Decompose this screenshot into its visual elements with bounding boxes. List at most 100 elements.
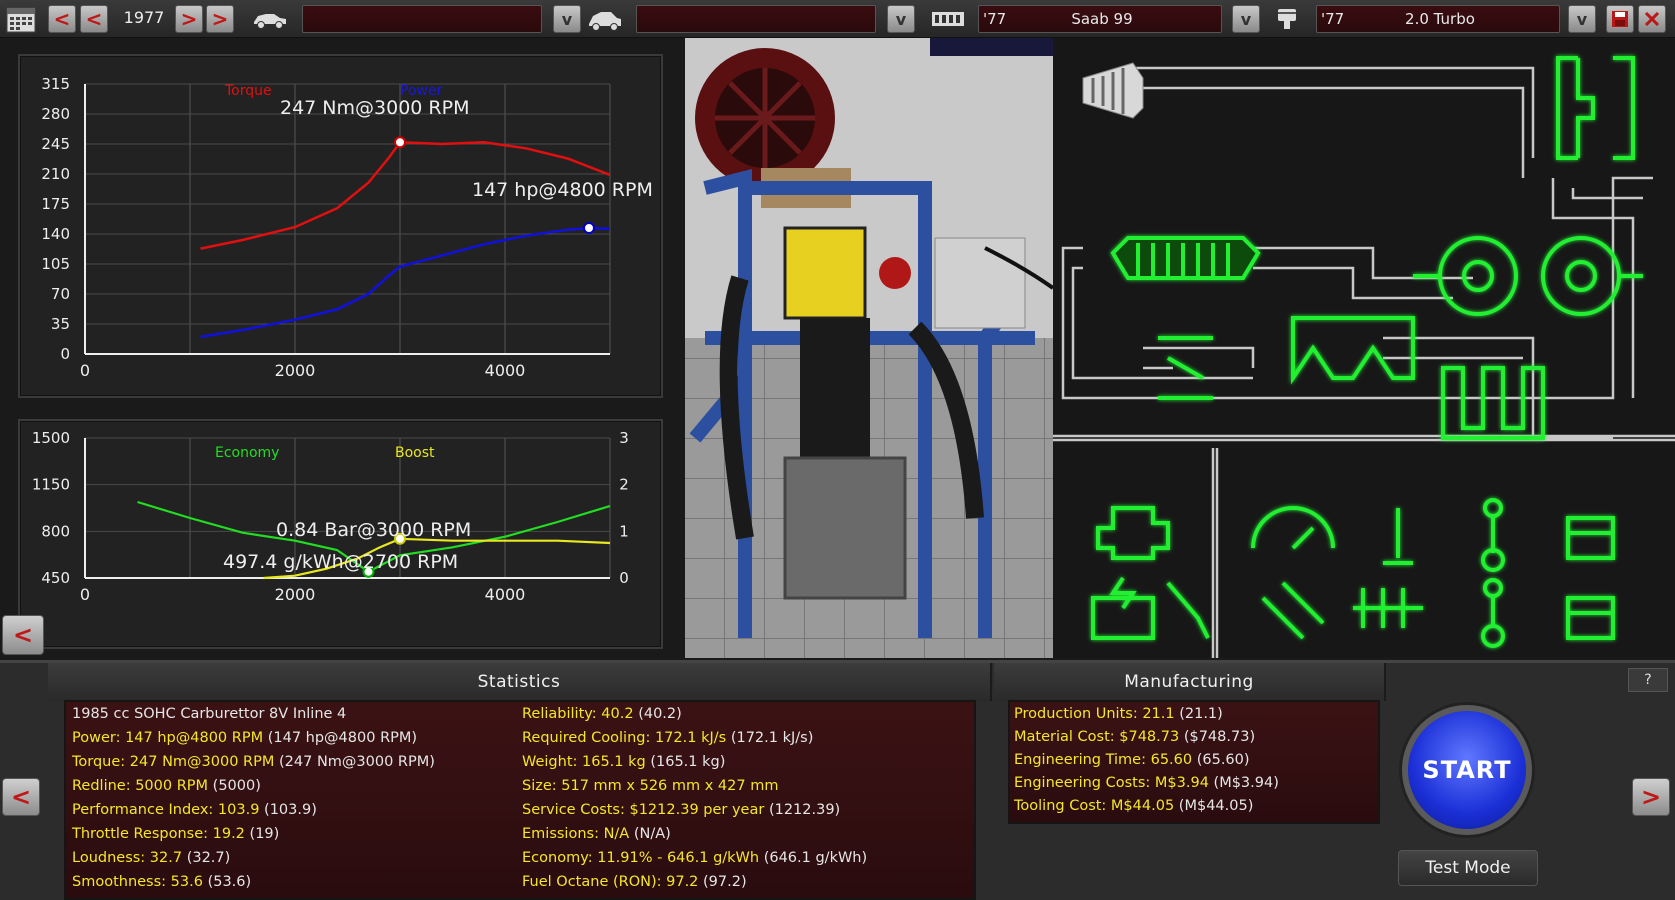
stat-row: Throttle Response: 19.2 (19)	[72, 826, 279, 842]
stat-value: Torque: 247 Nm@3000 RPM	[72, 754, 275, 770]
stat-value: Throttle Response: 19.2	[72, 826, 245, 842]
stat-row: Torque: 247 Nm@3000 RPM (247 Nm@3000 RPM…	[72, 754, 435, 770]
statistics-header: Statistics	[48, 663, 992, 701]
stat-baseline: (53.6)	[207, 874, 252, 890]
stat-row: Reliability: 40.2 (40.2)	[522, 706, 682, 722]
stat-row: Weight: 165.1 kg (165.1 kg)	[522, 754, 725, 770]
stat-baseline: (21.1)	[1179, 706, 1223, 722]
engine-block-icon	[928, 4, 968, 34]
stat-value: Service Costs: $1212.39 per year	[522, 802, 765, 818]
engine-family-dropdown-button[interactable]: v	[1232, 5, 1260, 33]
x-tick-label: 0	[80, 361, 90, 380]
boost-legend: Boost	[395, 445, 435, 461]
help-button[interactable]: ?	[1628, 668, 1668, 692]
stat-row: Redline: 5000 RPM (5000)	[72, 778, 261, 794]
stat-baseline: (5000)	[212, 778, 261, 794]
engine-3d-view[interactable]	[685, 38, 1053, 658]
stat-baseline: ($748.73)	[1183, 729, 1256, 745]
engine-family-name: Saab 99	[1071, 10, 1133, 28]
y-tick-label: 70	[51, 285, 70, 303]
engine-family-field[interactable]: '77 Saab 99	[978, 5, 1222, 33]
year-prev-button[interactable]: <	[80, 5, 108, 33]
stat-baseline: (M$3.94)	[1213, 775, 1279, 791]
prev-page-button[interactable]: <	[2, 778, 40, 816]
stat-row: Economy: 11.91% - 646.1 g/kWh (646.1 g/k…	[522, 850, 867, 866]
stat-value: Redline: 5000 RPM	[72, 778, 209, 794]
stat-baseline: (147 hp@4800 RPM)	[267, 730, 418, 746]
stat-value: Required Cooling: 172.1 kJ/s	[522, 730, 727, 746]
piston-icon	[1272, 4, 1302, 34]
stat-baseline: (97.2)	[703, 874, 747, 890]
engine-variant-field[interactable]: '77 2.0 Turbo	[1316, 5, 1560, 33]
stat-value: Tooling Cost: M$44.05	[1014, 798, 1175, 814]
y-left-tick-label: 1150	[32, 476, 70, 494]
stat-row: Performance Index: 103.9 (103.9)	[72, 802, 317, 818]
engine-render-image	[685, 38, 1053, 658]
next-page-button[interactable]: >	[1632, 778, 1670, 816]
stat-value: Economy: 11.91% - 646.1 g/kWh	[522, 850, 760, 866]
torque-legend: Torque	[224, 83, 272, 99]
car-variant-icon	[585, 4, 625, 34]
calendar-icon[interactable]	[4, 4, 38, 34]
stat-value: Engineering Costs: M$3.94	[1014, 775, 1209, 791]
x-tick-label: 0	[80, 585, 90, 604]
stat-row: Service Costs: $1212.39 per year (1212.3…	[522, 802, 840, 818]
y-tick-label: 280	[41, 105, 70, 123]
test-mode-button[interactable]: Test Mode	[1398, 850, 1538, 886]
back-panel-button[interactable]: <	[2, 615, 44, 655]
stat-baseline: (19)	[249, 826, 280, 842]
stat-value: Reliability: 40.2	[522, 706, 634, 722]
year-prev-fast-button[interactable]: <	[48, 5, 76, 33]
stat-baseline: (165.1 kg)	[650, 754, 726, 770]
stat-row: 1985 cc SOHC Carburettor 8V Inline 4	[72, 706, 346, 722]
stat-baseline: (172.1 kJ/s)	[730, 730, 814, 746]
stat-value: Loudness: 32.7	[72, 850, 183, 866]
stat-value: Emissions: N/A	[522, 826, 630, 842]
y-right-tick-label: 2	[619, 476, 629, 494]
x-tick-label: 2000	[275, 361, 316, 380]
stat-value: Smoothness: 53.6	[72, 874, 203, 890]
stat-row: Fuel Octane (RON): 97.2 (97.2)	[522, 874, 747, 890]
stat-value: Material Cost: $748.73	[1014, 729, 1180, 745]
stat-row: Loudness: 32.7 (32.7)	[72, 850, 230, 866]
stat-row: Emissions: N/A (N/A)	[522, 826, 671, 842]
year-display: 1977	[123, 8, 165, 27]
close-icon[interactable]	[1638, 5, 1666, 33]
y-left-tick-label: 1500	[32, 429, 70, 447]
intercooler-icon[interactable]	[1110, 236, 1261, 280]
stat-row: Engineering Time: 65.60 (65.60)	[1014, 752, 1250, 768]
stat-value: Size: 517 mm x 526 mm x 427 mm	[522, 778, 779, 794]
year-next-fast-button[interactable]: >	[206, 5, 234, 33]
stat-row: Material Cost: $748.73 ($748.73)	[1014, 729, 1255, 745]
stat-baseline: (32.7)	[186, 850, 231, 866]
y-right-tick-label: 3	[619, 429, 629, 447]
family-select-field[interactable]	[302, 5, 542, 33]
family-dropdown-button[interactable]: v	[553, 5, 581, 33]
stat-value: Engineering Time: 65.60	[1014, 752, 1193, 768]
stat-baseline: (1212.39)	[768, 802, 841, 818]
y-tick-label: 105	[41, 255, 70, 273]
torque-peak-label: 247 Nm@3000 RPM	[280, 97, 469, 119]
y-left-tick-label: 450	[41, 569, 70, 587]
save-icon[interactable]	[1606, 5, 1634, 33]
stat-value: Performance Index: 103.9	[72, 802, 260, 818]
engine-variant-dropdown-button[interactable]: v	[1568, 5, 1596, 33]
year-next-button[interactable]: >	[175, 5, 203, 33]
economy-peak-label: 497.4 g/kWh@2700 RPM	[223, 551, 458, 573]
engine-schematic-panel	[1053, 38, 1675, 658]
variant-dropdown-button[interactable]: v	[887, 5, 915, 33]
stat-value: Weight: 165.1 kg	[522, 754, 646, 770]
power-line	[200, 226, 611, 339]
variant-select-field[interactable]	[636, 5, 876, 33]
stat-baseline: (247 Nm@3000 RPM)	[279, 754, 435, 770]
engine-variant-name: 2.0 Turbo	[1405, 10, 1475, 28]
stat-row: Required Cooling: 172.1 kJ/s (172.1 kJ/s…	[522, 730, 813, 746]
stat-baseline: (646.1 g/kWh)	[763, 850, 868, 866]
x-tick-label: 4000	[485, 361, 526, 380]
economy-boost-chart: 1500 1150 800 450 3 2 1 0 0 2000 4000 Economy Boost 0…	[32, 429, 629, 604]
stat-baseline: (M$44.05)	[1178, 798, 1254, 814]
start-button[interactable]: START	[1402, 705, 1532, 835]
torque-power-chart: 315 280 245 210 175 140 105 70 35 00 2000 4000 Torqu…	[41, 75, 653, 380]
stat-row: Engineering Costs: M$3.94 (M$3.94)	[1014, 775, 1279, 791]
stat-row: Power: 147 hp@4800 RPM (147 hp@4800 RPM)	[72, 730, 417, 746]
